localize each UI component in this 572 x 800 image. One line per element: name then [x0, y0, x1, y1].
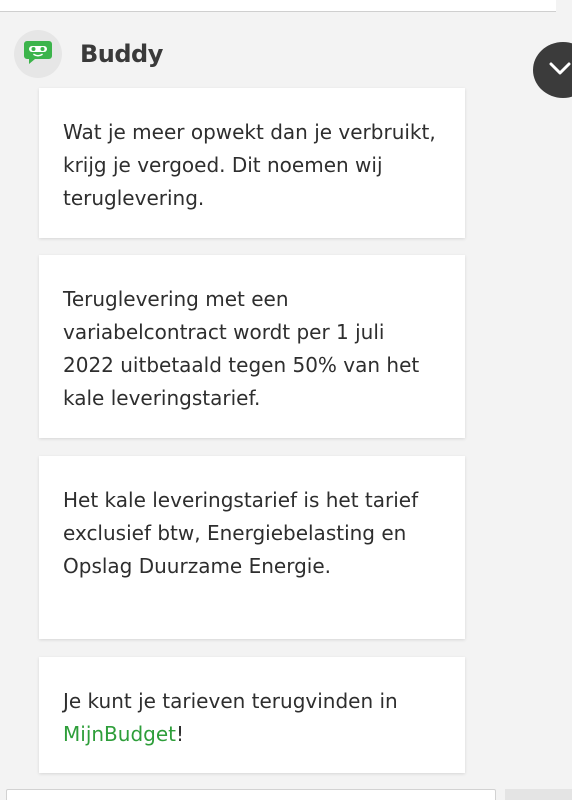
chat-message: Het kale leveringstarief is het tarief e… [39, 456, 465, 639]
message-text: Je kunt je tarieven terugvinden in [63, 689, 398, 713]
message-text: Het kale leveringstarief is het tarief e… [63, 488, 419, 578]
top-bar [0, 0, 556, 12]
message-input[interactable] [6, 789, 496, 800]
message-text: Teruglevering met een variabelcontract w… [63, 287, 420, 410]
buddy-avatar [14, 30, 62, 78]
collapse-chat-button[interactable] [533, 42, 572, 98]
mijnbudget-link[interactable]: MijnBudget [63, 722, 176, 746]
chat-message: Je kunt je tarieven terugvinden in MijnB… [39, 657, 465, 773]
buddy-robot-icon [23, 37, 53, 71]
send-button[interactable] [505, 789, 572, 800]
message-text: Wat je meer opwekt dan je verbruikt, kri… [63, 120, 436, 210]
chevron-down-icon [549, 61, 571, 80]
chat-header: Buddy [14, 30, 163, 78]
bot-name: Buddy [80, 40, 163, 68]
chat-message: Teruglevering met een variabelcontract w… [39, 255, 465, 438]
chat-message: Wat je meer opwekt dan je verbruikt, kri… [39, 88, 465, 238]
message-text: ! [175, 722, 185, 746]
